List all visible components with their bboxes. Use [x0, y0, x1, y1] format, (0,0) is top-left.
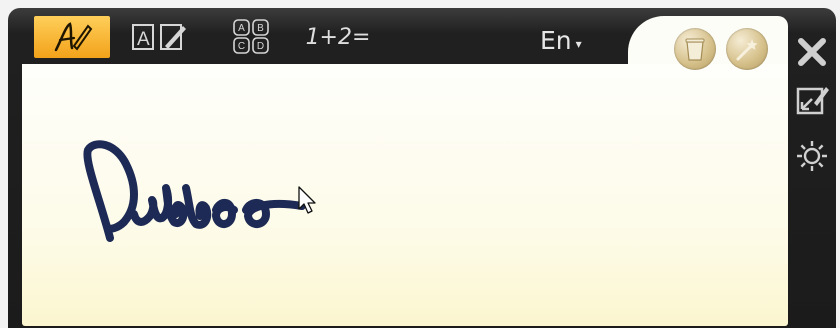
- magic-button[interactable]: [726, 28, 768, 70]
- svg-text:A: A: [137, 29, 150, 50]
- expand-button[interactable]: [792, 80, 832, 120]
- handwriting-mode-button[interactable]: [34, 16, 110, 58]
- language-selector[interactable]: En ▾: [540, 26, 582, 55]
- clear-button[interactable]: [674, 28, 716, 70]
- svg-text:D: D: [257, 41, 264, 52]
- handwriting-stroke: [83, 140, 306, 242]
- close-button[interactable]: [792, 32, 832, 72]
- mouse-cursor-icon: [298, 186, 316, 214]
- close-icon: [798, 38, 826, 66]
- gear-icon: [797, 141, 827, 171]
- math-mode-label: 1+2=: [305, 24, 371, 50]
- svg-text:C: C: [238, 41, 245, 52]
- math-mode-button[interactable]: 1+2=: [305, 16, 371, 58]
- language-label: En: [540, 26, 572, 55]
- chevron-down-icon: ▾: [575, 37, 582, 51]
- expand-window-icon: [796, 87, 829, 115]
- handwriting-pen-icon: [54, 22, 93, 52]
- text-mode-button[interactable]: A: [128, 16, 192, 58]
- mode-toolbar: A A B C D 1+2= En ▾: [8, 8, 628, 62]
- magic-wand-icon: [736, 39, 758, 61]
- svg-text:B: B: [257, 23, 264, 34]
- settings-button[interactable]: [792, 136, 832, 176]
- side-panel: [788, 32, 836, 322]
- text-box-pen-icon: A: [132, 24, 186, 50]
- svg-text:A: A: [238, 23, 245, 34]
- letter-keys-icon: A B C D: [233, 19, 269, 54]
- trash-can-icon: [685, 38, 705, 61]
- keypad-mode-button[interactable]: A B C D: [223, 16, 279, 58]
